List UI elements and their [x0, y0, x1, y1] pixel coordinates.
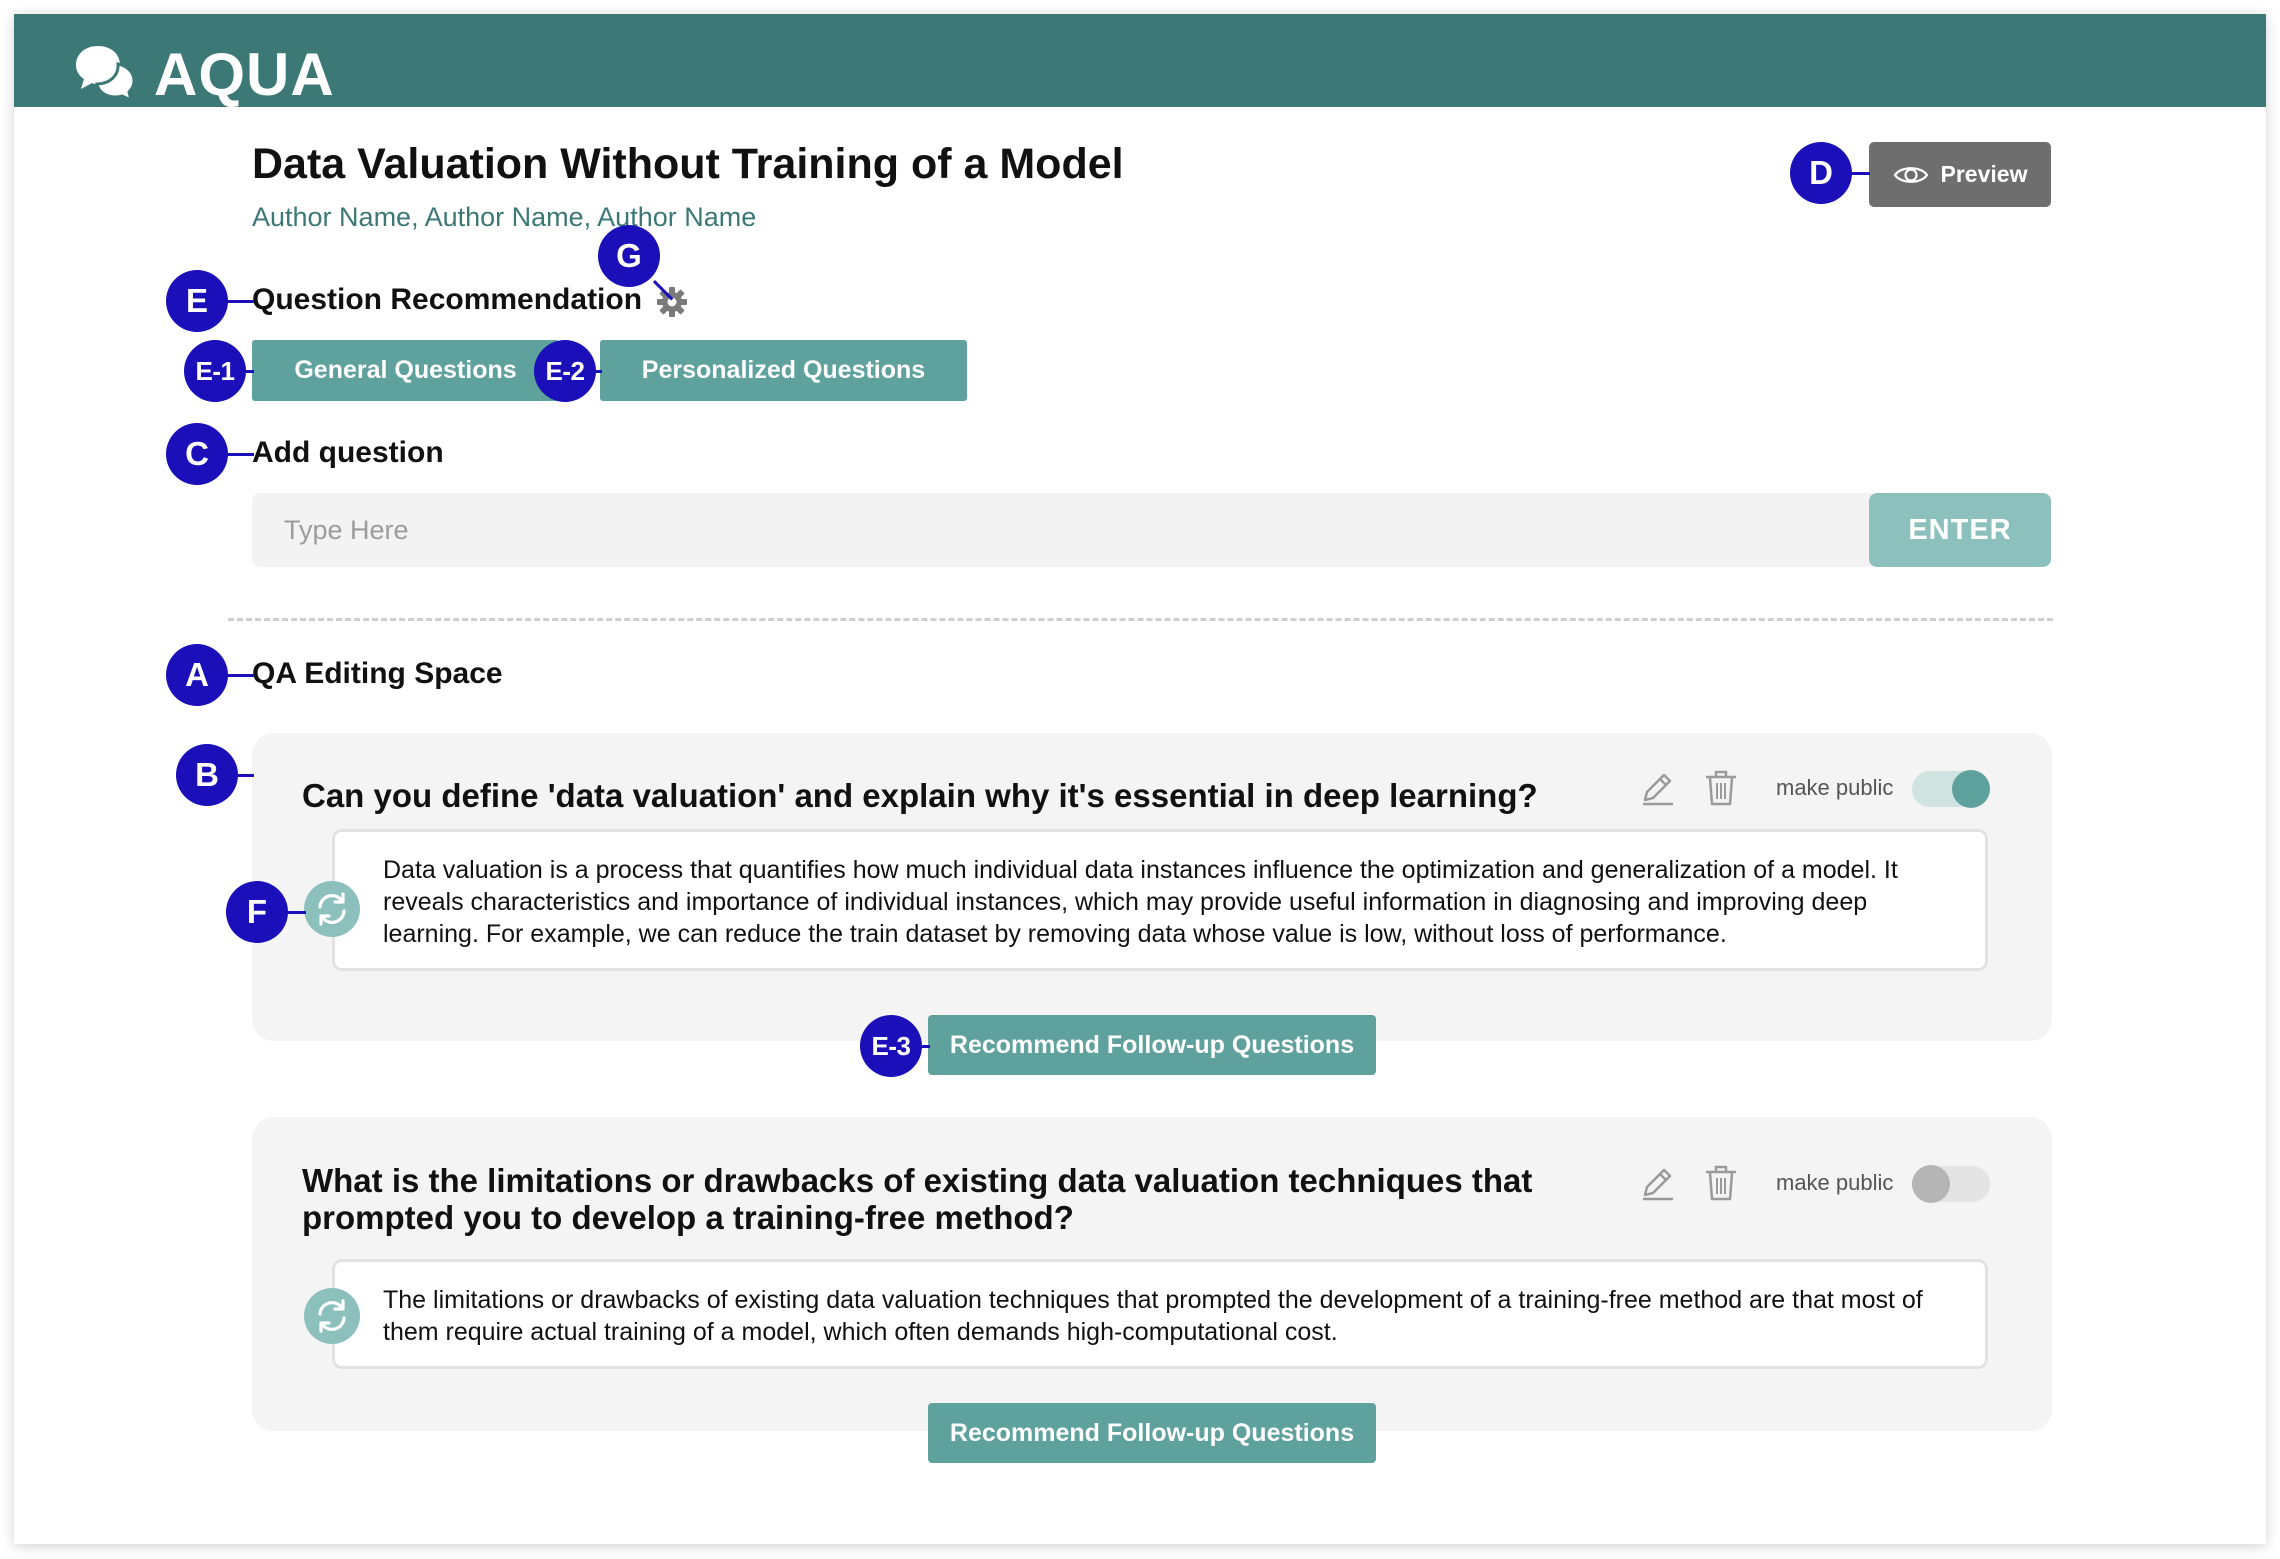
make-public-label: make public: [1776, 1170, 1894, 1195]
qa-question: Can you define 'data valuation' and expl…: [302, 777, 1538, 814]
personalized-questions-button[interactable]: Personalized Questions: [600, 340, 967, 401]
marker-connector: [226, 453, 254, 456]
regenerate-icon[interactable]: [304, 881, 360, 937]
refresh-arrows-icon: [318, 1299, 346, 1333]
annotation-marker-g: G: [598, 225, 660, 287]
marker-connector: [226, 674, 254, 677]
trash-icon[interactable]: [1701, 767, 1741, 807]
annotation-marker-e1: E-1: [184, 340, 246, 402]
eye-icon: [1893, 166, 1928, 183]
enter-button[interactable]: ENTER: [1869, 493, 2051, 567]
app-brand: AQUA: [154, 41, 335, 108]
chat-bubbles-icon: [76, 46, 136, 102]
annotation-marker-a: A: [166, 644, 228, 706]
annotation-marker-b: B: [176, 744, 238, 806]
recommend-followup-button[interactable]: Recommend Follow-up Questions: [928, 1403, 1376, 1463]
make-public-toggle[interactable]: [1912, 770, 1990, 808]
pencil-icon[interactable]: [1637, 768, 1677, 808]
question-input[interactable]: [252, 493, 1872, 567]
qa-card: What is the limitations or drawbacks of …: [252, 1117, 2052, 1431]
marker-connector: [226, 300, 254, 303]
marker-connector: [286, 911, 306, 914]
question-recommendation-heading: Question Recommendation: [252, 283, 643, 316]
annotation-marker-c: C: [166, 423, 228, 485]
qa-question: What is the limitations or drawbacks of …: [302, 1162, 1533, 1236]
qa-card: Can you define 'data valuation' and expl…: [252, 733, 2052, 1041]
refresh-arrows-icon: [318, 892, 346, 926]
qa-answer[interactable]: The limitations or drawbacks of existing…: [332, 1259, 1988, 1369]
add-question-heading: Add question: [252, 436, 444, 469]
section-divider: [228, 618, 2053, 621]
make-public-toggle[interactable]: [1912, 1165, 1990, 1203]
annotation-marker-e2: E-2: [534, 340, 596, 402]
top-bar: AQUA: [14, 14, 2266, 108]
preview-button[interactable]: Preview: [1869, 142, 2051, 207]
annotation-marker-e: E: [166, 270, 228, 332]
qa-editing-space-heading: QA Editing Space: [252, 657, 503, 690]
general-questions-button[interactable]: General Questions: [252, 340, 559, 401]
toggle-knob: [1912, 1165, 1950, 1203]
paper-authors: Author Name, Author Name, Author Name: [252, 202, 757, 232]
preview-label: Preview: [1940, 161, 2028, 187]
annotation-marker-d: D: [1790, 142, 1852, 204]
trash-icon[interactable]: [1701, 1162, 1741, 1202]
annotation-marker-e3: E-3: [860, 1015, 922, 1077]
qa-answer[interactable]: Data valuation is a process that quantif…: [332, 829, 1988, 971]
recommend-followup-button[interactable]: Recommend Follow-up Questions: [928, 1015, 1376, 1075]
paper-title: Data Valuation Without Training of a Mod…: [252, 140, 1124, 188]
toggle-knob: [1952, 770, 1990, 808]
make-public-label: make public: [1776, 775, 1894, 800]
pencil-icon[interactable]: [1637, 1163, 1677, 1203]
regenerate-icon[interactable]: [304, 1288, 360, 1344]
annotation-marker-f: F: [226, 881, 288, 943]
